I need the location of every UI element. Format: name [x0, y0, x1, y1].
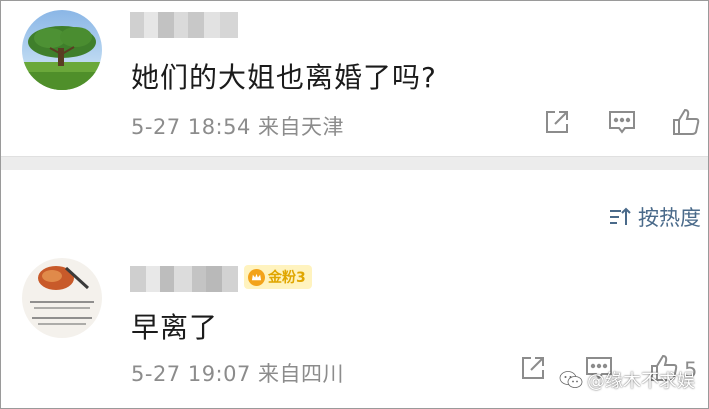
like-icon[interactable]	[670, 106, 702, 138]
wechat-icon	[559, 371, 583, 388]
watermark-text: @缘木不求娱	[587, 371, 695, 392]
section-divider	[1, 156, 708, 170]
comment-icon[interactable]	[606, 106, 638, 138]
fan-level-badge[interactable]: 金粉3	[244, 265, 312, 289]
comment-item: 她们的大姐也离婚了吗? 5-27 18:54 来自天津	[0, 0, 709, 156]
comment-meta: 5-27 19:07 来自四川	[131, 362, 345, 386]
user-avatar[interactable]	[22, 10, 102, 90]
user-avatar[interactable]	[22, 258, 102, 338]
sort-label: 按热度	[638, 206, 701, 230]
comment-text: 她们的大姐也离婚了吗?	[131, 61, 437, 94]
sort-by-heat-button[interactable]: 按热度	[608, 202, 701, 232]
username-blurred[interactable]	[130, 266, 238, 292]
calligraphy-avatar	[22, 258, 102, 338]
badge-label: 金粉3	[268, 270, 306, 286]
share-icon[interactable]	[541, 106, 573, 138]
comment-meta: 5-27 18:54 来自天津	[131, 115, 345, 139]
crown-icon	[248, 268, 265, 286]
tree-landscape-avatar	[22, 10, 102, 90]
comment-text: 早离了	[131, 311, 219, 344]
watermark: @缘木不求娱	[559, 367, 695, 393]
username-blurred[interactable]	[130, 12, 238, 38]
share-icon[interactable]	[517, 352, 549, 384]
sort-icon	[610, 207, 631, 225]
